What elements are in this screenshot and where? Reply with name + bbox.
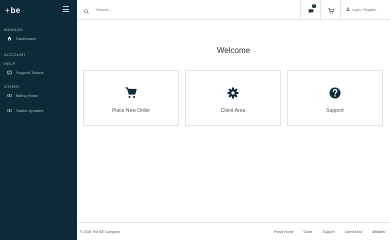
link-icon: [6, 108, 12, 113]
search-bar[interactable]: [77, 0, 300, 19]
search-input[interactable]: [96, 7, 216, 12]
search-icon: [84, 1, 89, 19]
card-label: Place New Order: [111, 107, 151, 114]
footer-link-affiliates[interactable]: Affiliates: [372, 230, 385, 234]
cart-button[interactable]: [320, 0, 340, 20]
footer-links: Portal Home Order Support Client Area Af…: [264, 230, 385, 234]
account-login-link[interactable]: Login / Register: [340, 0, 390, 20]
ticket-icon: [6, 70, 12, 75]
brand-logo[interactable]: + be: [0, 0, 77, 20]
home-icon: [6, 36, 12, 41]
card-label: Client Area: [220, 107, 246, 114]
footer-link-order[interactable]: Order: [303, 230, 312, 234]
sidebar-item-dashboard[interactable]: Dashboard: [0, 32, 77, 44]
sidebar-item-label: Support Tickets: [16, 69, 44, 75]
account-label: Login / Register: [352, 7, 377, 12]
sidebar-item-billing-home[interactable]: Billing Home: [0, 89, 77, 101]
link-icon: [6, 93, 12, 98]
support-card[interactable]: Support: [287, 70, 383, 126]
place-new-order-card[interactable]: Place New Order: [83, 70, 179, 126]
main-content: Welcome Place New Order Client Area Supp…: [77, 20, 390, 222]
cart-icon: [125, 83, 137, 104]
logo-text: be: [10, 5, 21, 15]
sidebar-item-label: Billing Home: [16, 92, 39, 98]
copyright: © 2025 The BE Company: [80, 229, 120, 234]
cart-icon: [327, 1, 334, 19]
menu-toggle-icon[interactable]: [63, 6, 69, 12]
footer-link-portal-home[interactable]: Portal Home: [274, 230, 293, 234]
sidebar-item-support-tickets[interactable]: Support Tickets: [0, 66, 77, 78]
notifications-button[interactable]: 0: [300, 0, 320, 20]
page-title: Welcome: [216, 46, 251, 55]
gear-icon: [227, 83, 239, 104]
sidebar-item-status-updates[interactable]: Status Updates: [0, 104, 77, 116]
footer-link-support[interactable]: Support: [322, 230, 334, 234]
card-label: Support: [326, 107, 344, 114]
footer: © 2025 The BE Company Portal Home Order …: [77, 222, 390, 240]
footer-link-client-area[interactable]: Client Area: [345, 230, 362, 234]
question-icon: [329, 83, 341, 104]
logo-mark: +: [5, 5, 10, 15]
top-bar: 0 Login / Register: [77, 0, 390, 20]
sidebar-item-label: Dashboard: [16, 35, 36, 41]
sidebar-item-label: Status Updates: [16, 107, 44, 113]
client-area-card[interactable]: Client Area: [185, 70, 281, 126]
notification-badge: 0: [312, 3, 316, 8]
sidebar: + be MANAGE Dashboard ACCOUNT HELP Suppo…: [0, 0, 77, 240]
